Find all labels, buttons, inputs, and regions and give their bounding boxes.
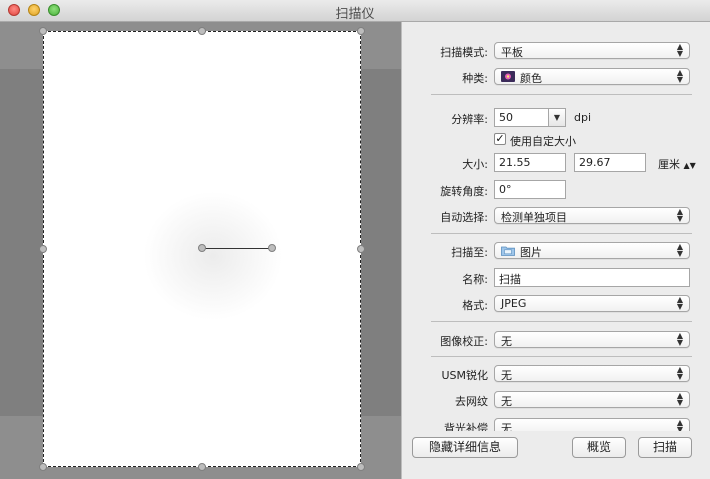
selection-handle-top-left[interactable] [39, 27, 47, 35]
popup-arrows-icon: ▲ ▼ [676, 418, 683, 432]
selection-handle-top[interactable] [198, 27, 206, 35]
descreen-label: 去网纹 [455, 395, 488, 408]
kind-row: 种类: 颜色 ▲ ▼ [402, 67, 710, 87]
backlight-value: 无 [501, 422, 512, 431]
scan-mode-popup[interactable]: 平板 ▲ ▼ [494, 42, 690, 59]
scan-mode-label: 扫描模式: [440, 46, 488, 59]
title-bar: 扫描仪 [0, 0, 710, 22]
format-row: 格式: JPEG ▲ ▼ [402, 294, 710, 314]
backlight-row: 背光补偿 无 ▲ ▼ [402, 417, 710, 431]
selection-handle-bottom[interactable] [198, 463, 206, 471]
popup-arrows-icon: ▲ ▼ [676, 68, 683, 84]
backlight-label: 背光补偿 [444, 422, 488, 431]
format-popup[interactable]: JPEG ▲ ▼ [494, 295, 690, 312]
folder-icon [501, 246, 515, 256]
separator [431, 321, 692, 322]
unit-arrows-icon: ▲▼ [683, 161, 696, 170]
separator [431, 94, 692, 95]
resolution-value: 50 [499, 111, 513, 124]
size-row: 大小: 21.55 29.67 厘米 ▲▼ [402, 153, 710, 173]
image-correction-popup[interactable]: 无 ▲ ▼ [494, 331, 690, 348]
scan-to-popup[interactable]: 图片 ▲ ▼ [494, 242, 690, 259]
resolution-row: 分辨率: 50 ▼ dpi [402, 108, 710, 128]
resolution-label: 分辨率: [451, 113, 488, 126]
size-label: 大小: [462, 158, 488, 171]
name-row: 名称: 扫描 [402, 268, 710, 288]
selection-handle-right[interactable] [357, 245, 365, 253]
color-flower-icon [501, 71, 515, 82]
descreen-popup[interactable]: 无 ▲ ▼ [494, 391, 690, 408]
format-value: JPEG [501, 297, 527, 310]
descreen-row: 去网纹 无 ▲ ▼ [402, 390, 710, 410]
auto-select-popup[interactable]: 检测单独项目 ▲ ▼ [494, 207, 690, 224]
scan-preview-area[interactable] [0, 22, 401, 479]
overview-button[interactable]: 概览 [572, 437, 626, 458]
popup-arrows-icon: ▲ ▼ [676, 295, 683, 311]
selection-handle-top-right[interactable] [357, 27, 365, 35]
popup-arrows-icon: ▲ ▼ [676, 331, 683, 347]
backlight-popup[interactable]: 无 ▲ ▼ [494, 418, 690, 431]
name-field[interactable]: 扫描 [494, 268, 690, 287]
scan-to-value: 图片 [520, 246, 542, 259]
separator [431, 356, 692, 357]
separator [431, 233, 692, 234]
image-correction-value: 无 [501, 335, 512, 348]
auto-select-row: 自动选择: 检测单独项目 ▲ ▼ [402, 206, 710, 226]
rotation-row: 旋转角度: 0° [402, 180, 710, 200]
auto-select-label: 自动选择: [440, 211, 488, 224]
selection-handle-left[interactable] [39, 245, 47, 253]
kind-popup[interactable]: 颜色 ▲ ▼ [494, 68, 690, 85]
popup-arrows-icon: ▲ ▼ [676, 391, 683, 407]
kind-label: 种类: [462, 72, 488, 85]
kind-value: 颜色 [520, 72, 542, 85]
rotation-value: 0° [499, 183, 512, 196]
image-correction-row: 图像校正: 无 ▲ ▼ [402, 330, 710, 350]
hide-details-button[interactable]: 隐藏详细信息 [412, 437, 518, 458]
rotation-label: 旋转角度: [440, 185, 488, 198]
scan-mode-row: 扫描模式: 平板 ▲ ▼ [402, 41, 710, 61]
selection-handle-bottom-right[interactable] [357, 463, 365, 471]
rotation-handle-left[interactable] [198, 244, 206, 252]
size-width-value: 21.55 [499, 156, 531, 169]
selection-handle-bottom-left[interactable] [39, 463, 47, 471]
name-label: 名称: [462, 273, 488, 286]
custom-size-checkbox[interactable]: ✓ [494, 133, 506, 145]
size-width-field[interactable]: 21.55 [494, 153, 566, 172]
size-unit-popup[interactable]: 厘米 ▲▼ [658, 156, 696, 172]
scan-mode-value: 平板 [501, 46, 523, 59]
size-height-value: 29.67 [579, 156, 611, 169]
scanner-window: 扫描仪 扫描模式: 平板 ▲ ▼ 种类: 颜色 ▲ ▼ 分辨率: 50 ▼ dp… [0, 0, 710, 479]
scan-to-row: 扫描至: 图片 ▲ ▼ [402, 241, 710, 261]
format-label: 格式: [462, 299, 488, 312]
scan-button[interactable]: 扫描 [638, 437, 692, 458]
popup-arrows-icon: ▲ ▼ [676, 207, 683, 223]
rotation-line [202, 248, 272, 249]
dropdown-arrow-icon[interactable]: ▼ [548, 109, 565, 126]
window-title: 扫描仪 [335, 7, 375, 22]
descreen-value: 无 [501, 395, 512, 408]
scan-settings-panel: 扫描模式: 平板 ▲ ▼ 种类: 颜色 ▲ ▼ 分辨率: 50 ▼ dpi ✓ … [401, 22, 710, 479]
name-value: 扫描 [499, 273, 521, 286]
settings-scroll-clip[interactable]: 去网纹 无 ▲ ▼ 背光补偿 无 ▲ ▼ [402, 377, 710, 431]
auto-select-value: 检测单独项目 [501, 211, 567, 224]
resolution-combo[interactable]: 50 ▼ [494, 108, 566, 127]
scan-to-label: 扫描至: [451, 246, 488, 259]
image-correction-label: 图像校正: [440, 335, 488, 348]
custom-size-label: 使用自定大小 [510, 135, 576, 148]
popup-arrows-icon: ▲ ▼ [676, 242, 683, 258]
rotation-handle-right[interactable] [268, 244, 276, 252]
size-unit-value: 厘米 [658, 158, 680, 171]
size-height-field[interactable]: 29.67 [574, 153, 646, 172]
resolution-unit: dpi [574, 111, 592, 124]
custom-size-row: ✓ 使用自定大小 [402, 130, 710, 150]
popup-arrows-icon: ▲ ▼ [676, 42, 683, 58]
rotation-field[interactable]: 0° [494, 180, 566, 199]
